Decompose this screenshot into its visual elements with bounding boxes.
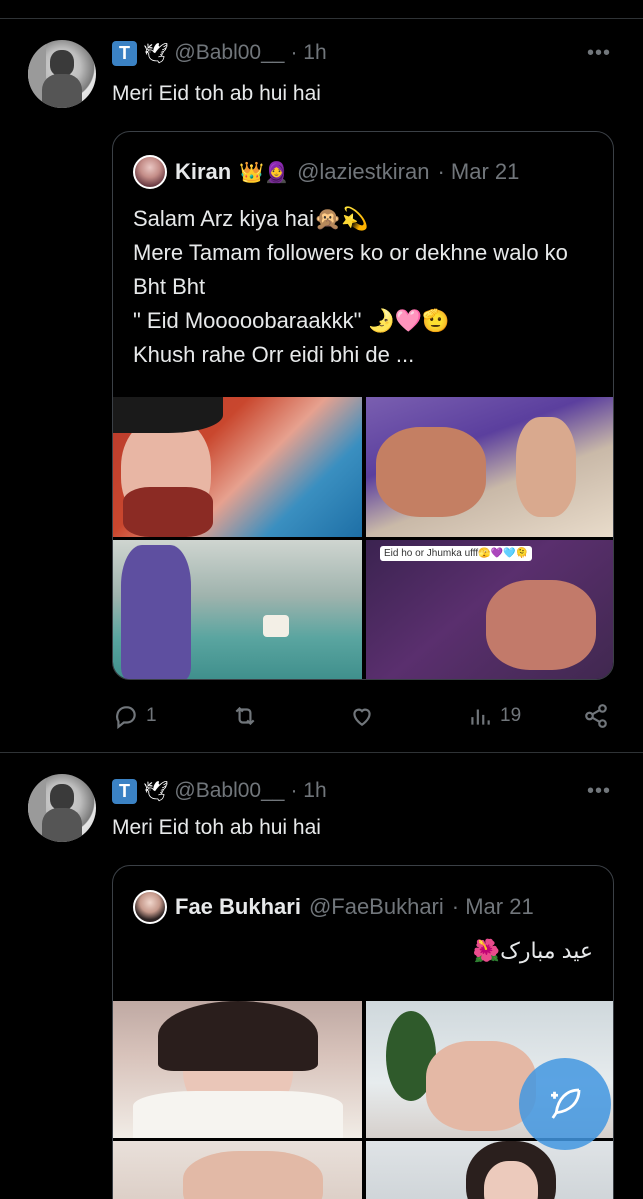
tweet-actions: 1 19 — [112, 701, 612, 731]
media-image[interactable] — [366, 397, 613, 537]
reply-count: 1 — [146, 705, 157, 726]
views-button[interactable]: 19 — [466, 701, 521, 731]
avatar[interactable] — [28, 774, 96, 842]
quote-date: · Mar 21 — [451, 894, 534, 919]
reply-icon — [116, 706, 136, 729]
tweet-header: T 🕊 @Babl00__ · 1h — [112, 38, 327, 68]
quote-author-name: Kiran — [175, 159, 232, 184]
media-image[interactable] — [366, 1141, 613, 1199]
quote-date: · Mar 21 — [437, 159, 520, 184]
tweet[interactable]: T 🕊 @Babl00__ · 1h ••• Meri Eid toh ab h… — [0, 0, 643, 752]
reply-button[interactable]: 1 — [112, 701, 157, 731]
like-button[interactable] — [348, 701, 376, 731]
media-image[interactable] — [113, 1141, 362, 1199]
quote-handle: @FaeBukhari — [308, 894, 444, 919]
view-count: 19 — [500, 705, 522, 726]
share-button[interactable] — [582, 701, 610, 731]
wing-icon: 🕊 — [143, 780, 169, 803]
quote-avatar — [133, 155, 167, 189]
tweet-text: Meri Eid toh ab hui hai — [112, 816, 321, 839]
media-image[interactable] — [113, 1001, 362, 1138]
quote-name-emoji: 👑🧕 — [239, 161, 290, 184]
share-icon — [585, 704, 607, 728]
media-image[interactable] — [113, 397, 362, 537]
tweet-time[interactable]: · 1h — [290, 41, 326, 65]
quote-author-name: Fae Bukhari — [175, 894, 301, 919]
image-overlay-text: Eid ho or Jhumka ufff🫣💜🩵🫠 — [380, 546, 532, 561]
tweet-handle[interactable]: @Babl00__ — [174, 41, 284, 65]
tweet-text: Meri Eid toh ab hui hai — [112, 82, 321, 105]
quote-avatar — [133, 890, 167, 924]
quoted-tweet[interactable]: Fae Bukhari @FaeBukhari · Mar 21 عید مبا… — [112, 865, 614, 1199]
heart-icon — [353, 708, 371, 726]
avatar[interactable] — [28, 40, 96, 108]
views-icon — [471, 709, 490, 725]
wing-icon: 🕊 — [143, 42, 169, 65]
quote-text: Salam Arz kiya hai🙊💫 Mere Tamam follower… — [133, 206, 568, 367]
t-badge-icon: T — [112, 40, 137, 66]
tweet-time[interactable]: · 1h — [290, 779, 326, 803]
media-image[interactable] — [113, 540, 362, 679]
media-grid[interactable]: Eid ho or Jhumka ufff🫣💜🩵🫠 — [113, 397, 613, 679]
quote-text: عید مبارک🌺 — [472, 938, 593, 963]
quote-handle: @laziestkiran — [297, 159, 430, 184]
quote-header: Kiran 👑🧕 @laziestkiran · Mar 21 — [133, 155, 519, 189]
compose-button[interactable] — [519, 1058, 611, 1150]
retweet-button[interactable] — [230, 701, 260, 731]
more-horizontal-icon[interactable]: ••• — [587, 780, 611, 803]
tweet-header: T 🕊 @Babl00__ · 1h — [112, 776, 327, 806]
retweet-icon — [235, 706, 255, 726]
quote-header: Fae Bukhari @FaeBukhari · Mar 21 — [133, 890, 534, 924]
t-badge-icon: T — [112, 778, 137, 804]
tweet-handle[interactable]: @Babl00__ — [174, 779, 284, 803]
more-horizontal-icon[interactable]: ••• — [587, 42, 611, 65]
compose-feather-icon — [551, 1088, 581, 1119]
media-image[interactable]: Eid ho or Jhumka ufff🫣💜🩵🫠 — [366, 540, 613, 679]
quoted-tweet[interactable]: Kiran 👑🧕 @laziestkiran · Mar 21 Salam Ar… — [112, 131, 614, 680]
